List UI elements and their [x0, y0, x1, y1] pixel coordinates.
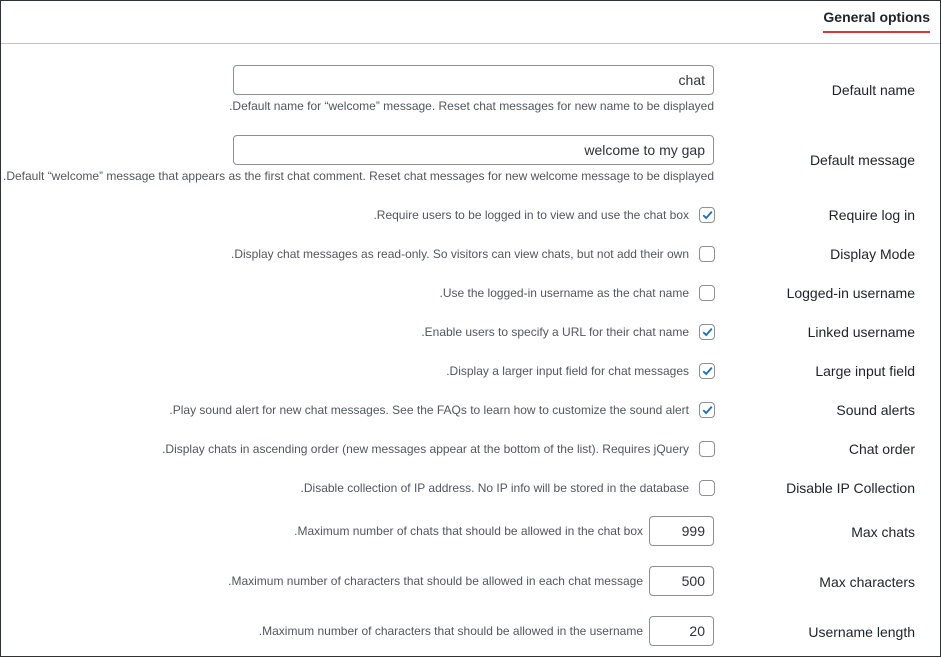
linked-username-label: Linked username: [807, 324, 915, 340]
row-require-login: Require log in .Require users to be logg…: [1, 205, 940, 225]
large-input-description: .Display a larger input field for chat m…: [446, 364, 689, 378]
default-name-label: Default name: [831, 82, 915, 98]
require-login-label: Require log in: [828, 207, 915, 223]
settings-form: Default name chat .Default name for “wel…: [1, 44, 940, 656]
chat-order-label: Chat order: [848, 441, 915, 457]
max-characters-label: Max characters: [819, 574, 915, 590]
checkmark-icon: [702, 211, 713, 220]
row-chat-order: Chat order .Display chats in ascending o…: [1, 439, 940, 459]
tab-general-options[interactable]: General options: [823, 7, 930, 33]
checkmark-icon: [702, 367, 713, 376]
loggedin-username-label: Logged-in username: [786, 285, 915, 301]
display-mode-checkbox[interactable]: [699, 246, 715, 262]
large-input-label: Large input field: [815, 363, 915, 379]
username-length-label: Username length: [808, 624, 915, 640]
default-message-input[interactable]: welcome to my gap: [233, 135, 714, 165]
max-chats-description: .Maximum number of chats that should be …: [294, 524, 643, 538]
display-mode-label: Display Mode: [830, 246, 915, 262]
row-large-input: Large input field .Display a larger inpu…: [1, 361, 940, 381]
require-login-checkbox[interactable]: [699, 207, 715, 223]
row-username-length: Username length 20 .Maximum number of ch…: [1, 616, 940, 648]
checkmark-icon: [702, 328, 713, 337]
username-length-input[interactable]: 20: [649, 616, 714, 646]
default-name-description: .Default name for “welcome” message. Res…: [229, 99, 714, 113]
default-name-input[interactable]: chat: [233, 65, 714, 95]
chat-order-checkbox[interactable]: [699, 441, 715, 457]
sound-alerts-checkbox[interactable]: [699, 402, 715, 418]
row-linked-username: Linked username .Enable users to specify…: [1, 322, 940, 342]
tab-bar: General options: [1, 1, 940, 44]
row-max-characters: Max characters 500 .Maximum number of ch…: [1, 566, 940, 598]
max-chats-label: Max chats: [851, 524, 915, 540]
row-disable-ip: Disable IP Collection .Disable collectio…: [1, 478, 940, 498]
settings-panel: General options Default name chat .Defau…: [0, 0, 941, 657]
sound-alerts-description: .Play sound alert for new chat messages.…: [169, 403, 689, 417]
row-max-chats: Max chats 999 .Maximum number of chats t…: [1, 516, 940, 548]
row-loggedin-username: Logged-in username .Use the logged-in us…: [1, 283, 940, 303]
require-login-description: .Require users to be logged in to view a…: [373, 208, 689, 222]
max-characters-input[interactable]: 500: [649, 566, 714, 596]
row-display-mode: Display Mode .Display chat messages as r…: [1, 244, 940, 264]
max-chats-input[interactable]: 999: [649, 516, 714, 546]
sound-alerts-label: Sound alerts: [836, 402, 915, 418]
display-mode-description: .Display chat messages as read-only. So …: [231, 247, 689, 261]
loggedin-username-description: .Use the logged-in username as the chat …: [439, 286, 689, 300]
disable-ip-label: Disable IP Collection: [786, 480, 915, 496]
row-sound-alerts: Sound alerts .Play sound alert for new c…: [1, 400, 940, 420]
checkmark-icon: [702, 406, 713, 415]
default-message-label: Default message: [809, 152, 915, 168]
default-message-description: .Default “welcome” message that appears …: [3, 169, 714, 183]
username-length-description: .Maximum number of characters that shoul…: [258, 624, 643, 638]
large-input-checkbox[interactable]: [699, 363, 715, 379]
linked-username-description: .Enable users to specify a URL for their…: [421, 325, 689, 339]
disable-ip-checkbox[interactable]: [699, 480, 715, 496]
linked-username-checkbox[interactable]: [699, 324, 715, 340]
chat-order-description: .Display chats in ascending order (new m…: [162, 442, 689, 456]
loggedin-username-checkbox[interactable]: [699, 285, 715, 301]
disable-ip-description: .Disable collection of IP address. No IP…: [300, 481, 689, 495]
max-characters-description: .Maximum number of characters that shoul…: [228, 574, 643, 588]
